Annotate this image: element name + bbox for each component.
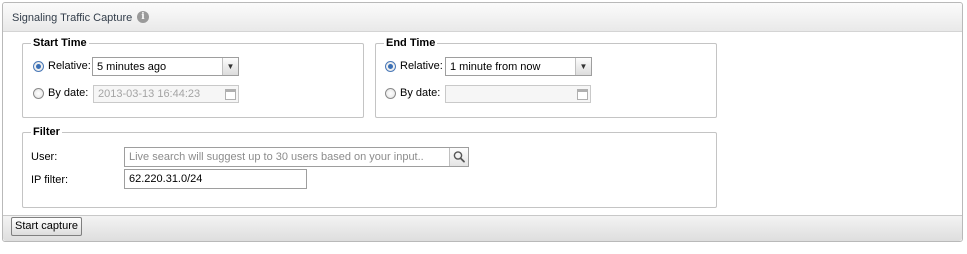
- panel-title: Signaling Traffic Capture: [12, 12, 133, 24]
- end-by-date-label: By date:: [400, 87, 441, 99]
- start-relative-radio[interactable]: [33, 61, 44, 72]
- start-by-date-radio[interactable]: [33, 88, 44, 99]
- end-relative-select[interactable]: 1 minute from now ▼: [445, 57, 592, 76]
- user-search-input[interactable]: [125, 148, 468, 166]
- end-by-date-radio[interactable]: [385, 88, 396, 99]
- chevron-down-icon[interactable]: ▼: [575, 58, 591, 75]
- filter-group: Filter: [22, 126, 717, 208]
- start-time-group: Start Time: [22, 37, 364, 118]
- chevron-down-icon[interactable]: ▼: [222, 58, 238, 75]
- start-date-field[interactable]: [93, 85, 239, 103]
- filter-legend: Filter: [33, 126, 60, 138]
- ip-filter-label: IP filter:: [31, 174, 69, 186]
- end-time-legend: End Time: [386, 37, 436, 49]
- user-search-field[interactable]: [124, 147, 469, 167]
- panel-header: Signaling Traffic Capture i: [3, 3, 962, 32]
- start-time-legend: Start Time: [33, 37, 87, 49]
- start-relative-label: Relative:: [48, 60, 91, 72]
- calendar-icon[interactable]: [225, 89, 236, 100]
- ip-filter-field[interactable]: [124, 169, 307, 189]
- end-date-field[interactable]: [445, 85, 591, 103]
- capture-panel: Signaling Traffic Capture i Start Time E…: [2, 2, 963, 242]
- start-relative-value: 5 minutes ago: [97, 61, 167, 73]
- info-icon[interactable]: i: [137, 11, 149, 23]
- search-icon: [453, 151, 465, 163]
- start-date-input[interactable]: [94, 86, 222, 102]
- end-relative-radio[interactable]: [385, 61, 396, 72]
- end-relative-label: Relative:: [400, 60, 443, 72]
- start-relative-select[interactable]: 5 minutes ago ▼: [92, 57, 239, 76]
- end-time-group: End Time: [375, 37, 717, 118]
- search-button[interactable]: [449, 148, 468, 166]
- end-date-input[interactable]: [446, 86, 574, 102]
- ip-filter-input[interactable]: [125, 170, 306, 188]
- start-by-date-label: By date:: [48, 87, 89, 99]
- start-capture-button[interactable]: Start capture: [11, 217, 82, 236]
- user-label: User:: [31, 151, 58, 163]
- calendar-icon[interactable]: [577, 89, 588, 100]
- end-relative-value: 1 minute from now: [450, 61, 541, 73]
- panel-footer: [3, 215, 962, 241]
